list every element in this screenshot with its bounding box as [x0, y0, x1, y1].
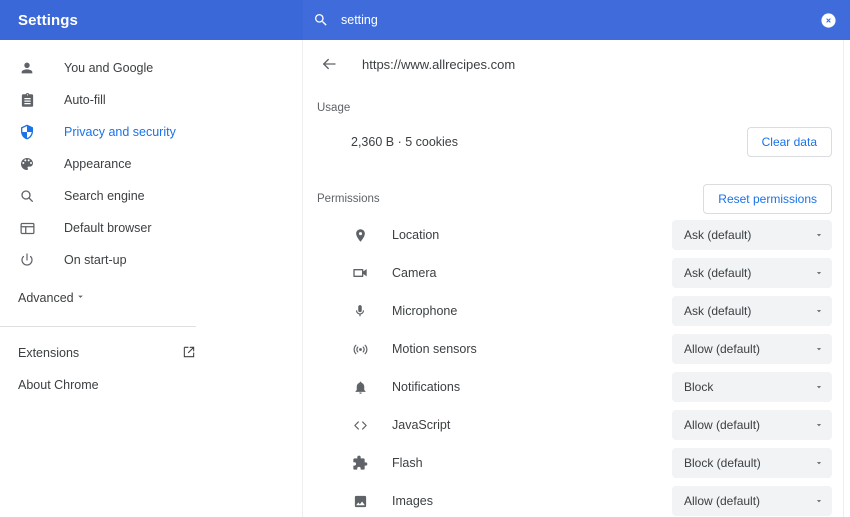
- sidebar-item-on-start-up[interactable]: On start-up: [0, 244, 296, 276]
- permission-select-location[interactable]: Ask (default): [672, 220, 832, 250]
- settings-page: Settings You and Goog: [0, 0, 850, 517]
- permission-value: Block: [684, 380, 714, 394]
- video-camera-icon: [351, 264, 369, 282]
- chevron-down-icon: [806, 496, 832, 506]
- permission-row-notifications: Notifications Block: [303, 372, 850, 402]
- chevron-down-icon: [806, 458, 832, 468]
- reset-permissions-button[interactable]: Reset permissions: [703, 184, 832, 214]
- permission-value: Ask (default): [684, 228, 752, 242]
- chevron-down-icon: [806, 268, 832, 278]
- person-icon: [18, 59, 36, 77]
- sidebar-item-extensions[interactable]: Extensions: [0, 337, 196, 369]
- permission-select-flash[interactable]: Block (default): [672, 448, 832, 478]
- site-header: https://www.allrecipes.com: [303, 40, 850, 88]
- permission-value: Block (default): [684, 456, 761, 470]
- top-app-bar: Settings: [0, 0, 850, 40]
- permission-row-location: Location Ask (default): [303, 220, 850, 250]
- permission-select-images[interactable]: Allow (default): [672, 486, 832, 516]
- sidebar-item-advanced[interactable]: Advanced: [0, 282, 196, 314]
- permissions-header: Permissions Reset permissions: [303, 184, 850, 214]
- chevron-down-icon: [806, 306, 832, 316]
- permission-name: Images: [392, 494, 433, 508]
- usage-row: 2,360 B · 5 cookies Clear data: [303, 122, 850, 162]
- chevron-down-icon: [806, 420, 832, 430]
- permission-name: JavaScript: [392, 418, 451, 432]
- permission-value: Ask (default): [684, 304, 752, 318]
- sidebar-divider: [0, 326, 196, 327]
- permission-row-images: Images Allow (default): [303, 486, 850, 516]
- permission-row-camera: Camera Ask (default): [303, 258, 850, 288]
- usage-value: 2,360 B · 5 cookies: [351, 135, 459, 149]
- sidebar-item-search-engine[interactable]: Search engine: [0, 180, 296, 212]
- permission-row-javascript: JavaScript Allow (default): [303, 410, 850, 440]
- clipboard-icon: [18, 91, 36, 109]
- sidebar-item-label: You and Google: [64, 61, 154, 75]
- permissions-section-label: Permissions: [317, 193, 380, 205]
- permission-name: Location: [392, 228, 440, 242]
- motion-sensor-icon: [351, 340, 369, 358]
- clear-data-button[interactable]: Clear data: [746, 127, 832, 157]
- magnifier-icon: [18, 187, 36, 205]
- permission-value: Allow (default): [684, 418, 761, 432]
- chevron-down-icon: [806, 230, 832, 240]
- permission-row-microphone: Microphone Ask (default): [303, 296, 850, 326]
- site-url: https://www.allrecipes.com: [362, 56, 516, 72]
- sidebar-item-privacy-and-security[interactable]: Privacy and security: [0, 116, 296, 148]
- code-brackets-icon: [351, 416, 369, 434]
- permission-row-motion-sensors: Motion sensors Allow (default): [303, 334, 850, 364]
- sidebar-item-label: About Chrome: [18, 378, 99, 392]
- permission-value: Allow (default): [684, 494, 761, 508]
- permission-name: Flash: [392, 456, 423, 470]
- main-content: https://www.allrecipes.com Usage 2,360 B…: [303, 40, 850, 517]
- clear-search-icon[interactable]: [806, 12, 850, 29]
- permission-name: Microphone: [392, 304, 458, 318]
- permission-name: Notifications: [392, 380, 461, 394]
- search-input[interactable]: [339, 13, 806, 27]
- sidebar-item-label: Privacy and security: [64, 125, 176, 139]
- sidebar-item-label: Search engine: [64, 189, 145, 203]
- sidebar-item-about-chrome[interactable]: About Chrome: [0, 369, 196, 401]
- sidebar-item-appearance[interactable]: Appearance: [0, 148, 296, 180]
- image-icon: [351, 492, 369, 510]
- permission-select-camera[interactable]: Ask (default): [672, 258, 832, 288]
- sidebar-nav: You and Google Auto-fill Privacy and sec…: [0, 40, 296, 517]
- sidebar-item-label: Appearance: [64, 157, 132, 171]
- external-link-icon: [182, 345, 196, 362]
- sidebar-item-label: On start-up: [64, 253, 127, 267]
- location-pin-icon: [351, 226, 369, 244]
- palette-icon: [18, 155, 36, 173]
- sidebar-item-label: Extensions: [18, 346, 80, 360]
- permission-value: Allow (default): [684, 342, 761, 356]
- power-icon: [18, 251, 36, 269]
- scrollbar-track-edge[interactable]: [843, 40, 844, 517]
- shield-icon: [18, 123, 36, 141]
- page-title: Settings: [18, 11, 78, 29]
- sidebar-item-label: Advanced: [18, 291, 74, 305]
- puzzle-piece-icon: [351, 454, 369, 472]
- permissions-list: Location Ask (default) Camera Ask (defau…: [303, 220, 850, 516]
- permission-row-flash: Flash Block (default): [303, 448, 850, 478]
- permission-name: Motion sensors: [392, 342, 477, 356]
- permission-name: Camera: [392, 266, 437, 280]
- sidebar-item-label: Default browser: [64, 221, 152, 235]
- permission-select-microphone[interactable]: Ask (default): [672, 296, 832, 326]
- sidebar-item-auto-fill[interactable]: Auto-fill: [0, 84, 296, 116]
- permission-select-javascript[interactable]: Allow (default): [672, 410, 832, 440]
- permission-select-motion-sensors[interactable]: Allow (default): [672, 334, 832, 364]
- search-bar: [303, 0, 850, 40]
- sidebar-item-label: Auto-fill: [64, 93, 106, 107]
- chevron-down-icon: [75, 291, 86, 305]
- sidebar-item-default-browser[interactable]: Default browser: [0, 212, 296, 244]
- usage-section-label: Usage: [317, 102, 351, 114]
- bell-icon: [351, 378, 369, 396]
- microphone-icon: [351, 302, 369, 320]
- browser-window-icon: [18, 219, 36, 237]
- permission-select-notifications[interactable]: Block: [672, 372, 832, 402]
- search-icon: [303, 12, 339, 28]
- sidebar-item-you-and-google[interactable]: You and Google: [0, 52, 296, 84]
- chevron-down-icon: [806, 344, 832, 354]
- permission-value: Ask (default): [684, 266, 752, 280]
- back-arrow-icon[interactable]: [317, 52, 341, 76]
- chevron-down-icon: [806, 382, 832, 392]
